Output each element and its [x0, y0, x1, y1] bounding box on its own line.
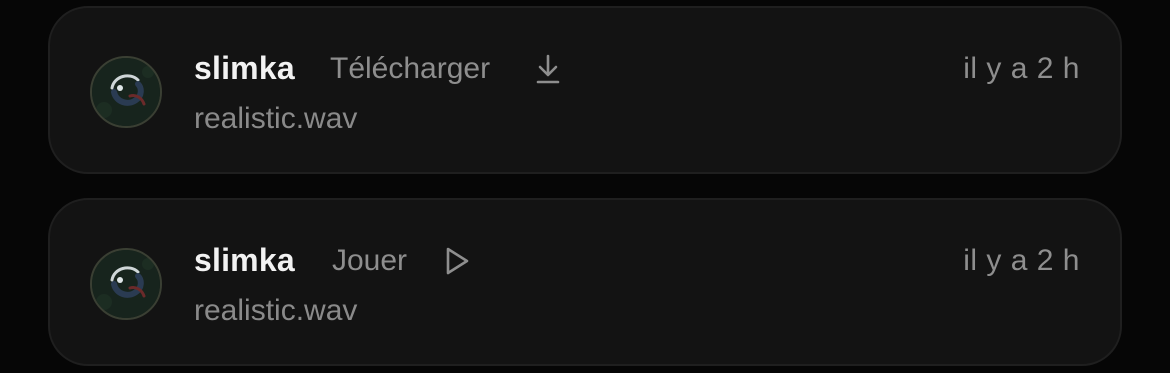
- avatar-image: [92, 250, 160, 318]
- notification-card-play[interactable]: slimka Jouer il y a 2 h realistic.wav: [48, 198, 1122, 366]
- username[interactable]: slimka: [194, 242, 295, 279]
- file-name[interactable]: realistic.wav: [194, 102, 357, 136]
- avatar-image: [92, 58, 160, 126]
- download-icon[interactable]: [534, 52, 562, 91]
- timestamp: il y a 2 h: [963, 52, 1080, 85]
- avatar[interactable]: [90, 56, 162, 128]
- notification-feed: slimka Télécharger il y a 2 h realistic.…: [0, 0, 1170, 373]
- timestamp: il y a 2 h: [963, 244, 1080, 277]
- avatar[interactable]: [90, 248, 162, 320]
- play-icon[interactable]: [442, 244, 472, 283]
- file-name[interactable]: realistic.wav: [194, 294, 357, 328]
- username[interactable]: slimka: [194, 50, 295, 87]
- play-action-label[interactable]: Jouer: [332, 244, 407, 278]
- download-action-label[interactable]: Télécharger: [330, 52, 490, 86]
- notification-card-download[interactable]: slimka Télécharger il y a 2 h realistic.…: [48, 6, 1122, 174]
